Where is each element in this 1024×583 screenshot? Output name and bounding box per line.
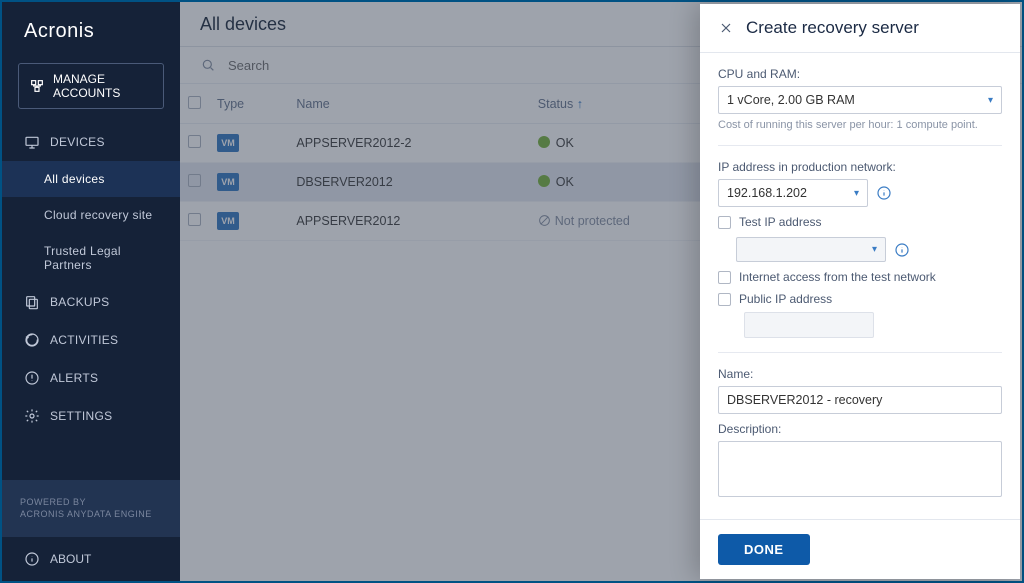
test-ip-checkbox[interactable] — [718, 216, 731, 229]
devices-icon — [24, 134, 40, 150]
device-name: APPSERVER2012-2 — [288, 124, 529, 163]
internet-access-label: Internet access from the test network — [739, 270, 936, 284]
status-ok: OK — [538, 175, 574, 189]
row-checkbox[interactable] — [188, 213, 201, 226]
nav-alerts[interactable]: ALERTS — [2, 359, 180, 397]
cpu-ram-value: 1 vCore, 2.00 GB RAM — [727, 93, 855, 107]
nav-settings-label: SETTINGS — [50, 409, 112, 423]
col-checkbox[interactable] — [180, 84, 209, 124]
row-checkbox[interactable] — [188, 135, 201, 148]
row-checkbox[interactable] — [188, 174, 201, 187]
nav-alerts-label: ALERTS — [50, 371, 98, 385]
ip-select[interactable]: 192.168.1.202 ▾ — [718, 179, 868, 207]
manage-accounts-button[interactable]: MANAGE ACCOUNTS — [18, 63, 164, 109]
col-name[interactable]: Name — [288, 84, 529, 124]
vm-badge: VM — [217, 212, 239, 230]
main-nav: DEVICES All devices Cloud recovery site … — [2, 123, 180, 480]
nav-activities-label: ACTIVITIES — [50, 333, 118, 347]
public-ip-label: Public IP address — [739, 292, 832, 306]
cpu-ram-hint: Cost of running this server per hour: 1 … — [718, 119, 1002, 131]
powered-by-line1: POWERED BY — [20, 496, 162, 509]
close-icon[interactable] — [718, 20, 734, 36]
brand-logo: Acronis — [2, 2, 180, 57]
col-type[interactable]: Type — [209, 84, 288, 124]
info-icon — [24, 551, 40, 567]
powered-by-line2: ACRONIS ANYDATA ENGINE — [20, 508, 162, 521]
nav-backups-label: BACKUPS — [50, 295, 109, 309]
accounts-icon — [29, 78, 45, 94]
settings-icon — [24, 408, 40, 424]
public-ip-checkbox[interactable] — [718, 293, 731, 306]
public-ip-input[interactable] — [744, 312, 874, 338]
info-icon[interactable] — [894, 242, 910, 258]
cpu-ram-label: CPU and RAM: — [718, 67, 1002, 81]
backups-icon — [24, 294, 40, 310]
search-icon — [200, 57, 216, 73]
test-ip-select[interactable]: ▾ — [736, 237, 886, 262]
nav-trusted-partners[interactable]: Trusted Legal Partners — [2, 233, 180, 283]
test-ip-label: Test IP address — [739, 215, 822, 229]
nav-all-devices[interactable]: All devices — [2, 161, 180, 197]
about-link[interactable]: ABOUT — [2, 537, 180, 581]
create-recovery-panel: Create recovery server CPU and RAM: 1 vC… — [700, 4, 1020, 579]
nav-devices-label: DEVICES — [50, 135, 105, 149]
status-ok: OK — [538, 136, 574, 150]
panel-title: Create recovery server — [746, 18, 919, 38]
device-name: DBSERVER2012 — [288, 163, 529, 202]
cpu-ram-select[interactable]: 1 vCore, 2.00 GB RAM ▾ — [718, 86, 1002, 114]
device-name: APPSERVER2012 — [288, 202, 529, 241]
nav-devices[interactable]: DEVICES — [2, 123, 180, 161]
about-label: ABOUT — [50, 552, 91, 566]
nav-cloud-recovery[interactable]: Cloud recovery site — [2, 197, 180, 233]
nav-settings[interactable]: SETTINGS — [2, 397, 180, 435]
manage-accounts-label: MANAGE ACCOUNTS — [53, 72, 153, 100]
activities-icon — [24, 332, 40, 348]
page-title: All devices — [200, 14, 286, 35]
done-button[interactable]: DONE — [718, 534, 810, 565]
col-status[interactable]: Status ↑ — [530, 84, 729, 124]
powered-by: POWERED BY ACRONIS ANYDATA ENGINE — [2, 480, 180, 537]
nav-backups[interactable]: BACKUPS — [2, 283, 180, 321]
nav-activities[interactable]: ACTIVITIES — [2, 321, 180, 359]
status-not-protected: Not protected — [538, 214, 630, 228]
info-icon[interactable] — [876, 185, 892, 201]
vm-badge: VM — [217, 134, 239, 152]
ip-label: IP address in production network: — [718, 160, 1002, 174]
chevron-down-icon: ▾ — [854, 188, 859, 199]
vm-badge: VM — [217, 173, 239, 191]
description-input[interactable] — [718, 441, 1002, 497]
description-label: Description: — [718, 422, 1002, 436]
ip-value: 192.168.1.202 — [727, 186, 807, 200]
chevron-down-icon: ▾ — [988, 95, 993, 106]
internet-access-checkbox[interactable] — [718, 271, 731, 284]
chevron-down-icon: ▾ — [872, 244, 877, 255]
alerts-icon — [24, 370, 40, 386]
sidebar: Acronis MANAGE ACCOUNTS DEVICES All devi… — [2, 2, 180, 581]
recovery-name-input[interactable] — [718, 386, 1002, 414]
name-label: Name: — [718, 367, 1002, 381]
